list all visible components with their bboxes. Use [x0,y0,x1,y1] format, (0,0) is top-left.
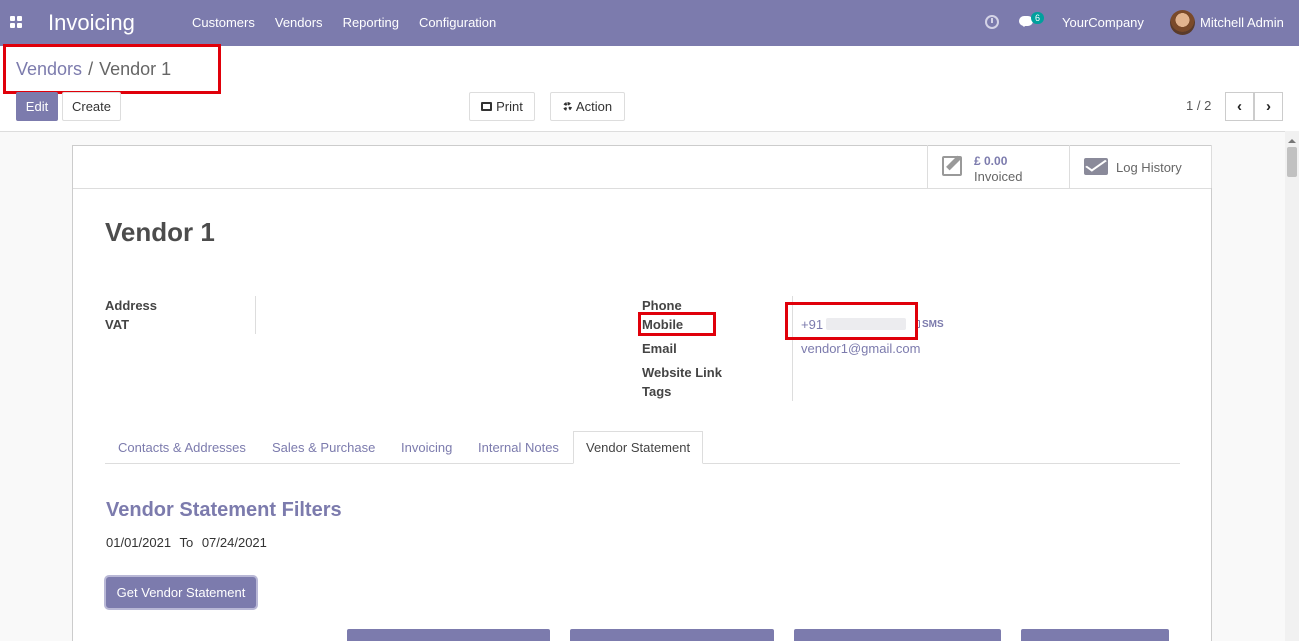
vat-label: VAT [105,317,130,332]
invoiced-amount: £ 0.00 [974,154,1008,168]
vendor-statement-filters-title: Vendor Statement Filters [106,499,342,521]
tab-internal-notes[interactable]: Internal Notes [478,431,559,464]
notebook-tabs: Contacts & Addresses Sales & Purchase In… [105,431,1180,464]
apps-menu-icon[interactable] [10,16,23,29]
main-menu: Customers Vendors Reporting Configuratio… [192,15,516,30]
email-label: Email [642,341,677,356]
invoiced-smart-button[interactable]: £ 0.00 Invoiced [928,145,1070,188]
app-brand[interactable]: Invoicing [48,10,135,36]
send-statement-button-partial[interactable] [794,629,1001,641]
menu-configuration[interactable]: Configuration [419,15,496,30]
activity-clock-icon[interactable] [985,15,999,29]
highlight-box-mobile-label [638,312,716,336]
print-statement-button-2-partial[interactable] [570,629,774,641]
email-value[interactable]: vendor1@gmail.com [801,341,920,356]
user-menu[interactable]: Mitchell Admin [1200,15,1284,30]
menu-reporting[interactable]: Reporting [343,15,399,30]
print-label: Print [496,99,523,114]
gear-icon [562,102,572,111]
invoiced-label: Invoiced [974,169,1023,184]
send-whatsapp-button-partial[interactable] [1021,629,1169,641]
highlight-box-breadcrumb [3,44,221,94]
pager-next-button[interactable]: › [1254,92,1283,121]
action-label: Action [575,99,613,114]
pager-previous-button[interactable]: ‹ [1225,92,1254,121]
chat-count-badge: 6 [1031,12,1045,24]
tab-vendor-statement[interactable]: Vendor Statement [573,431,704,464]
tab-sales-purchase[interactable]: Sales & Purchase [272,431,375,464]
vendor-name: Vendor 1 [105,217,215,247]
menu-vendors[interactable]: Vendors [275,15,323,30]
vertical-scrollbar[interactable] [1285,131,1299,641]
user-avatar[interactable] [1170,10,1195,35]
phone-label: Phone [642,298,682,313]
menu-customers[interactable]: Customers [192,15,255,30]
pager-value[interactable]: 1 / 2 [1186,98,1211,113]
left-fields-divider [255,296,256,334]
date-from-field[interactable]: 01/01/2021 [106,535,171,550]
print-statement-button-partial[interactable] [347,629,550,641]
statement-date-range: 01/01/2021 To 07/24/2021 [106,535,272,550]
log-history-label: Log History [1116,160,1182,175]
chevron-left-icon: ‹ [1237,98,1242,115]
address-label: Address [105,298,158,313]
date-to-field[interactable]: 07/24/2021 [202,535,267,550]
send-sms-button[interactable]: SMS [915,319,944,330]
date-to-label: To [179,535,194,550]
log-history-smart-button[interactable]: Log History [1070,145,1212,188]
print-icon [481,102,493,111]
envelope-icon [1084,158,1108,175]
website-link-label: Website Link [642,365,722,380]
highlight-box-mobile-value [785,302,918,340]
scroll-up-arrow-icon[interactable] [1288,135,1296,143]
tab-contacts-addresses[interactable]: Contacts & Addresses [118,431,246,464]
print-button[interactable]: Print [469,92,535,121]
pencil-square-icon [942,156,962,176]
get-vendor-statement-button[interactable]: Get Vendor Statement [106,577,256,608]
sms-label: SMS [922,319,944,330]
chevron-right-icon: › [1266,98,1271,115]
top-navbar: Invoicing Customers Vendors Reporting Co… [0,0,1299,46]
create-button[interactable]: Create [62,92,121,121]
edit-button[interactable]: Edit [16,92,58,121]
action-button[interactable]: Action [550,92,625,121]
smart-button-box: £ 0.00 Invoiced Log History [927,145,1212,188]
company-switcher[interactable]: YourCompany [1062,15,1144,30]
button-box-divider [73,188,1211,189]
tags-label: Tags [642,384,672,399]
tab-invoicing[interactable]: Invoicing [401,431,452,464]
scroll-thumb[interactable] [1287,147,1297,177]
